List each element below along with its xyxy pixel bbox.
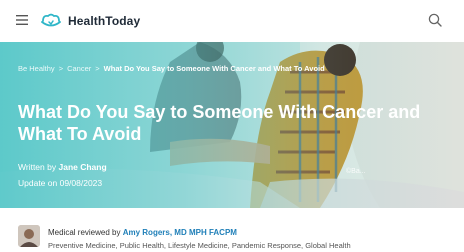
breadcrumb-current-page: What Do You Say to Someone With Cancer a… — [103, 64, 325, 73]
reviewed-by-label: Medical reviewed by — [48, 228, 121, 237]
image-credit: ©Ba... — [346, 168, 366, 175]
breadcrumb-separator: > — [58, 64, 64, 73]
brand-name: HealthToday — [68, 14, 141, 28]
article-byline: Written by Jane Chang — [18, 162, 107, 172]
breadcrumb: Be Healthy > Cancer > What Do You Say to… — [18, 64, 325, 73]
brand-logo[interactable]: HealthToday — [40, 11, 140, 31]
article-title: What Do You Say to Someone With Cancer a… — [18, 102, 421, 144]
written-by-label: Written by — [18, 162, 57, 172]
reviewer-avatar[interactable] — [18, 225, 40, 247]
author-link[interactable]: Jane Chang — [58, 162, 106, 172]
breadcrumb-item-cancer[interactable]: Cancer — [67, 64, 91, 73]
update-date: Update on 09/08/2023 — [18, 178, 103, 188]
breadcrumb-separator: > — [95, 64, 100, 73]
medical-review-section: Medical reviewed by Amy Rogers, MD MPH F… — [0, 208, 464, 252]
top-bar: HealthToday — [0, 0, 464, 42]
breadcrumb-item-be-healthy[interactable]: Be Healthy — [18, 64, 55, 73]
logo-mark-icon — [41, 13, 61, 27]
search-icon[interactable] — [428, 13, 442, 27]
reviewer-name-link[interactable]: Amy Rogers, MD MPH FACPM — [123, 228, 237, 237]
hamburger-menu-icon[interactable] — [16, 14, 28, 26]
medical-reviewed-by: Medical reviewed by Amy Rogers, MD MPH F… — [48, 228, 237, 237]
avatar-image — [18, 225, 40, 247]
reviewer-specialties: Preventive Medicine, Public Health, Life… — [48, 241, 351, 250]
